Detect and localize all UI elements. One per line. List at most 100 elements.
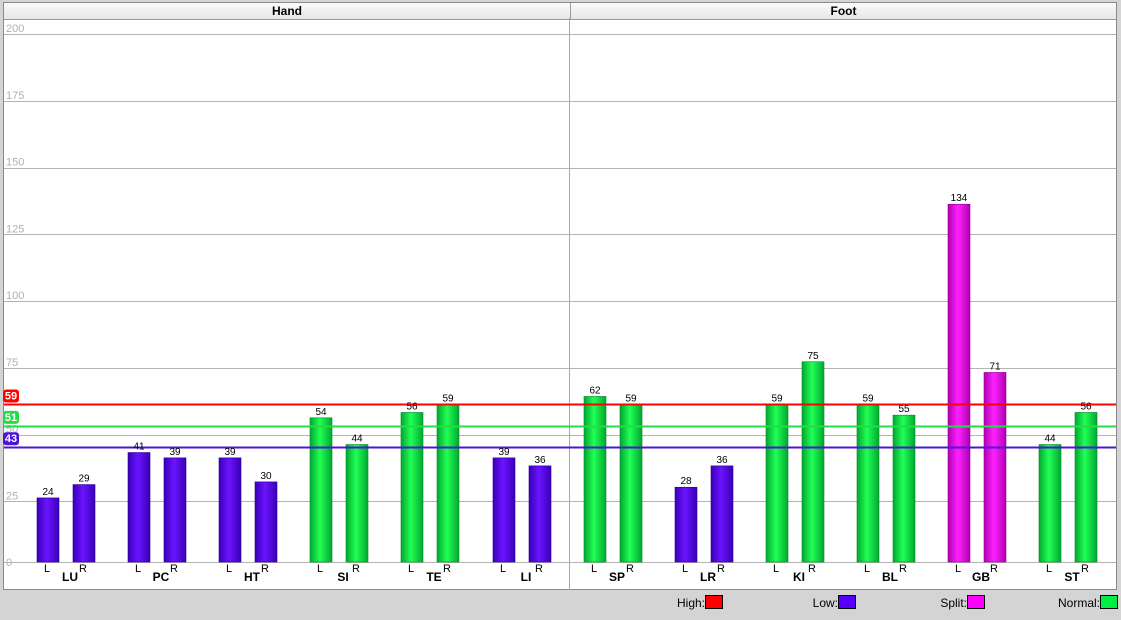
side-label: R <box>717 563 725 575</box>
side-label: L <box>682 563 688 575</box>
group-label: LI <box>521 570 532 584</box>
bar-bl-l <box>856 404 880 563</box>
bar-li-r <box>528 465 552 563</box>
y-tick-label: 200 <box>6 23 24 35</box>
value-label: 59 <box>771 393 783 404</box>
bar-pc-r <box>163 457 187 563</box>
value-label: 62 <box>589 385 601 396</box>
side-label: L <box>135 563 141 575</box>
legend-item-split: Split: <box>875 595 985 611</box>
bar-st-r <box>1074 412 1098 563</box>
bar-lu-r <box>72 484 96 563</box>
legend-label: Low: <box>812 596 838 610</box>
value-label: 75 <box>807 351 819 362</box>
bar-lr-l <box>674 486 698 563</box>
side-label: L <box>226 563 232 575</box>
bar-pc-l <box>127 452 151 563</box>
value-label: 41 <box>133 442 145 453</box>
side-label: L <box>864 563 870 575</box>
legend-item-normal: Normal: <box>1008 595 1118 611</box>
value-label: 44 <box>1044 434 1056 445</box>
y-tick-label: 175 <box>6 90 24 102</box>
value-label: 134 <box>951 193 968 204</box>
value-label: 56 <box>406 401 418 412</box>
bar-te-l <box>400 412 424 563</box>
value-label: 29 <box>78 474 90 485</box>
side-label: R <box>626 563 634 575</box>
legend-label: Normal: <box>1057 596 1100 610</box>
bar-te-r <box>436 404 460 563</box>
reference-value-label: 43 <box>5 433 17 445</box>
bar-si-l <box>309 417 333 563</box>
side-label: R <box>808 563 816 575</box>
group-label: GB <box>972 570 990 584</box>
bar-lr-r <box>710 465 734 563</box>
value-label: 39 <box>169 447 181 458</box>
group-label: LR <box>700 570 716 584</box>
side-label: L <box>1046 563 1052 575</box>
bar-si-r <box>345 444 369 563</box>
legend-swatch <box>967 595 985 609</box>
group-label: BL <box>882 570 898 584</box>
side-label: L <box>500 563 506 575</box>
side-label: R <box>443 563 451 575</box>
value-label: 71 <box>989 361 1001 372</box>
legend-item-high: High: <box>613 595 723 611</box>
value-label: 39 <box>224 447 236 458</box>
bar-sp-l <box>583 396 607 563</box>
bar-ht-l <box>218 457 242 563</box>
y-tick-label: 150 <box>6 157 24 169</box>
bar-ki-l <box>765 404 789 563</box>
value-label: 59 <box>442 393 454 404</box>
legend-label: Split: <box>940 596 967 610</box>
value-label: 54 <box>315 407 327 418</box>
value-label: 36 <box>534 455 546 466</box>
legend-label: High: <box>676 596 705 610</box>
side-label: R <box>352 563 360 575</box>
value-label: 24 <box>42 487 54 498</box>
value-label: 28 <box>680 476 692 487</box>
reference-value-label: 51 <box>5 412 17 424</box>
group-label: SP <box>609 570 625 584</box>
bar-ki-r <box>801 361 825 563</box>
side-label: L <box>317 563 323 575</box>
bar-ht-r <box>254 481 278 563</box>
bar-chart: 0255075100125150175200 595143 24L29RLU41… <box>3 18 1116 590</box>
bar-sp-r <box>619 404 643 563</box>
group-label: HT <box>244 570 261 584</box>
side-label: R <box>990 563 998 575</box>
value-label: 59 <box>625 393 637 404</box>
reference-value-label: 59 <box>5 390 17 402</box>
value-label: 30 <box>260 471 272 482</box>
legend-item-low: Low: <box>746 595 856 611</box>
group-label: ST <box>1064 570 1080 584</box>
bar-gb-l <box>947 203 971 563</box>
y-tick-label: 100 <box>6 290 24 302</box>
group-label: SI <box>337 570 348 584</box>
bar-gb-r <box>983 372 1007 563</box>
legend-swatch <box>705 595 723 609</box>
bar-li-l <box>492 457 516 563</box>
value-label: 59 <box>862 393 874 404</box>
group-label: LU <box>62 570 78 584</box>
bar-bl-r <box>892 414 916 563</box>
legend: High: Low: Split: Normal: <box>0 590 1121 620</box>
value-label: 55 <box>898 404 910 415</box>
value-label: 56 <box>1080 401 1092 412</box>
side-label: R <box>261 563 269 575</box>
y-tick-label: 125 <box>6 223 24 235</box>
legend-swatch <box>1100 595 1118 609</box>
side-label: L <box>408 563 414 575</box>
side-label: L <box>955 563 961 575</box>
side-label: L <box>773 563 779 575</box>
y-tick-label: 25 <box>6 490 18 502</box>
side-label: R <box>1081 563 1089 575</box>
side-label: L <box>44 563 50 575</box>
side-label: R <box>899 563 907 575</box>
group-label: KI <box>793 570 805 584</box>
side-label: R <box>170 563 178 575</box>
legend-swatch <box>838 595 856 609</box>
group-label: TE <box>426 570 441 584</box>
side-label: R <box>79 563 87 575</box>
bar-lu-l <box>36 497 60 563</box>
